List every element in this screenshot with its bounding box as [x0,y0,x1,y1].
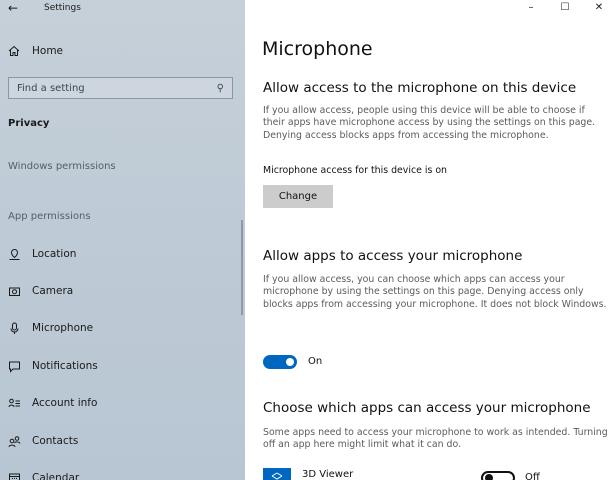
choose-apps-heading: Choose which apps can access your microp… [263,400,591,416]
maximize-button[interactable]: ☐ [548,0,582,16]
list-item: 3D Viewer Off [263,466,608,480]
sidebar-scrollbar[interactable] [241,220,243,315]
app-access-toggle-label: Off [525,472,540,480]
home-icon [8,45,20,56]
sidebar-item-label: Camera [32,285,74,297]
minimize-button[interactable]: – [514,0,548,16]
sidebar-item-microphone[interactable]: Microphone [8,319,233,337]
sidebar-item-notifications[interactable]: Notifications [8,357,233,375]
choose-apps-description: Some apps need to access your microphone… [263,427,608,451]
device-access-status: Microphone access for this device is on [263,165,447,176]
close-button[interactable]: ✕ [582,0,616,16]
sidebar-item-location[interactable]: Location [8,245,233,263]
category-heading: Privacy [8,118,50,129]
change-button[interactable]: Change [263,185,333,208]
sidebar-item-home[interactable]: Home [8,42,238,60]
sidebar-item-camera[interactable]: Camera [8,282,233,300]
apps-access-toggle[interactable] [263,355,297,369]
page-title: Microphone [262,38,373,60]
sidebar-item-label: Contacts [32,435,79,447]
apps-access-heading: Allow apps to access your microphone [263,248,523,264]
sidebar-item-label: Home [32,45,64,57]
sidebar-item-label: Location [32,248,77,260]
apps-access-toggle-label: On [308,356,323,367]
sidebar-item-label: Notifications [32,360,98,372]
calendar-icon [9,473,20,480]
back-arrow-icon[interactable]: ← [8,1,18,15]
sidebar-item-calendar[interactable]: Calendar [8,469,233,480]
search-icon[interactable]: ⚲ [217,83,224,94]
sidebar-item-contacts[interactable]: Contacts [8,432,233,450]
camera-icon [9,287,20,296]
apps-access-description: If you allow access, you can choose whic… [263,274,607,310]
app-name: 3D Viewer [302,469,354,480]
sidebar: ← Settings Home Find a setting ⚲ Privacy… [0,0,245,480]
search-placeholder: Find a setting [17,82,85,94]
sidebar-item-label: Calendar [32,472,80,480]
sidebar-item-label: Account info [32,397,98,409]
location-icon [9,248,20,260]
account-info-icon [8,398,20,407]
app-title: Settings [44,3,81,13]
main-pane: – ☐ ✕ Microphone Allow access to the mic… [245,0,616,480]
device-access-heading: Allow access to the microphone on this d… [263,80,577,96]
sidebar-item-label: Microphone [32,322,94,334]
sidebar-item-account-info[interactable]: Account info [8,394,233,412]
window-controls: – ☐ ✕ [514,0,616,16]
3d-viewer-app-icon [263,468,291,480]
title-bar: ← Settings [0,0,245,18]
search-input[interactable]: Find a setting ⚲ [8,77,233,99]
notifications-icon [9,361,20,373]
section-windows-permissions: Windows permissions [8,161,116,172]
microphone-icon [10,322,19,334]
section-app-permissions: App permissions [8,211,91,222]
contacts-icon [8,435,21,447]
app-access-toggle[interactable] [481,471,515,480]
device-access-description: If you allow access, people using this d… [263,105,596,141]
